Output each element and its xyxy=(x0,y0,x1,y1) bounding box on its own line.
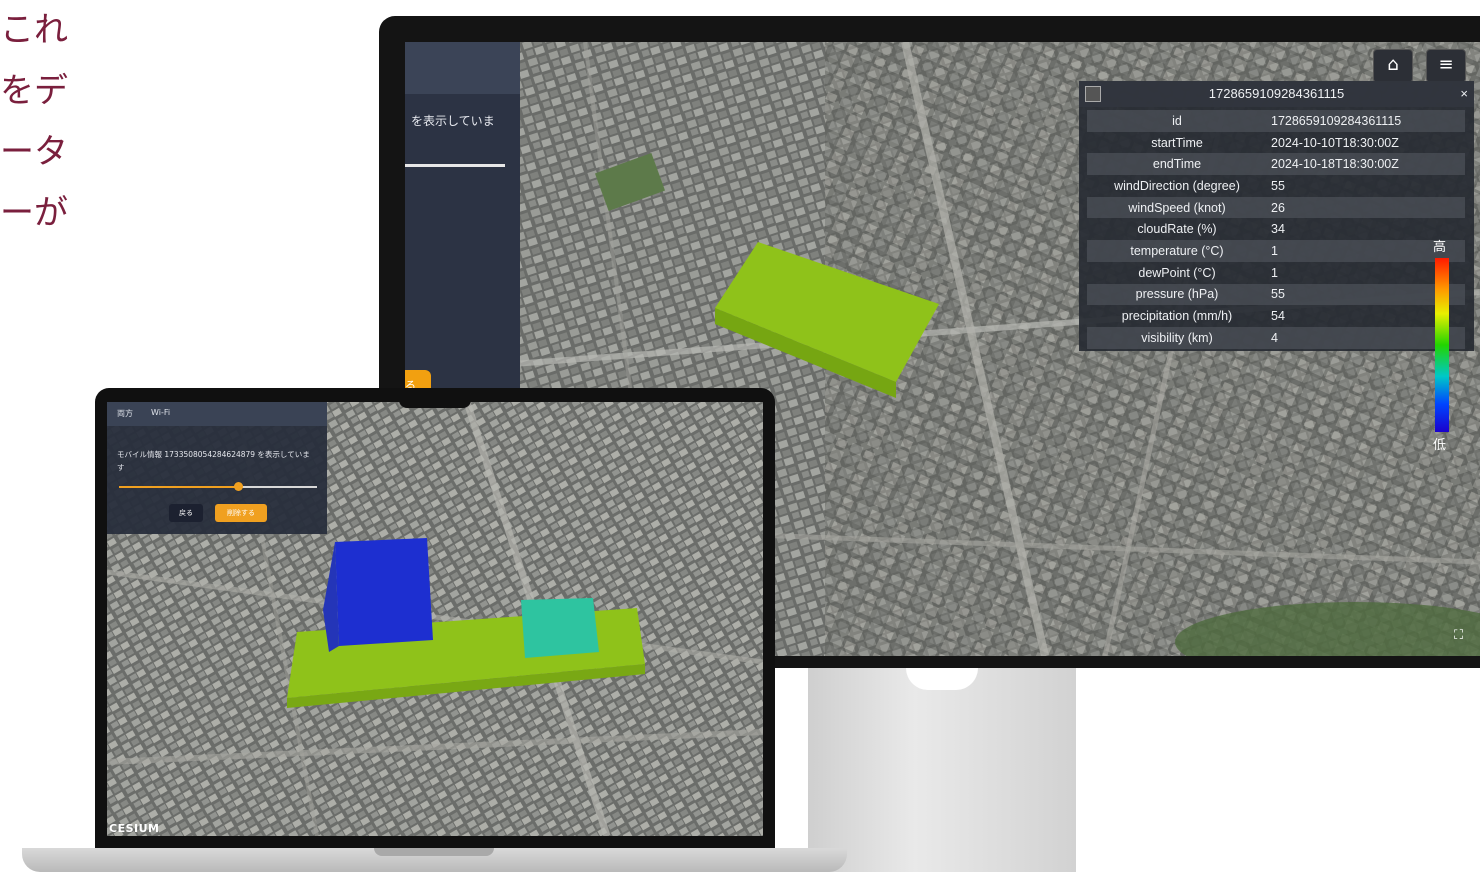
table-row: cloudRate (%) 34 xyxy=(1087,218,1465,240)
panel-message: モバイル情報 1733508054284624879 を表示しています xyxy=(117,450,310,472)
laptop-side-panel: 両方 Wi-Fi モバイル情報 1733508054284624879 を表示し… xyxy=(107,402,327,534)
monitor-stand xyxy=(808,668,1076,872)
laptop-map-viewer[interactable]: 両方 Wi-Fi モバイル情報 1733508054284624879 を表示し… xyxy=(107,402,763,836)
table-cell-value: 26 xyxy=(1267,196,1465,219)
home-icon: ⌂ xyxy=(1387,54,1399,75)
info-box-title: 1728659109284361115 xyxy=(1208,86,1345,101)
laptop: 両方 Wi-Fi モバイル情報 1733508054284624879 を表示し… xyxy=(95,388,775,850)
panel-message: を表示していま xyxy=(411,114,495,128)
table-cell-value: 55 xyxy=(1271,178,1285,193)
table-cell-value: 2024-10-18T18:30:00Z xyxy=(1267,153,1465,176)
teal-voxel xyxy=(521,598,599,658)
info-table: id 1728659109284361115 startTime 2024-10-1… xyxy=(1087,110,1465,349)
table-row: windDirection (degree) 55 xyxy=(1087,175,1465,197)
info-box: 1728659109284361115 × id 1728659109284361… xyxy=(1079,81,1474,351)
close-icon[interactable]: × xyxy=(1460,81,1468,107)
slider-fill xyxy=(119,486,238,488)
legend-high-label: 高 xyxy=(1433,240,1447,255)
slider-handle[interactable] xyxy=(234,482,243,491)
menu-icon: ≡ xyxy=(1438,54,1454,75)
camera-icon[interactable] xyxy=(1085,86,1101,102)
table-cell-key: startTime xyxy=(1151,135,1203,150)
panel-slider[interactable] xyxy=(405,164,505,167)
delete-button[interactable]: 削除する xyxy=(215,504,267,522)
table-cell-value: 1728659109284361115 xyxy=(1267,110,1465,132)
fullscreen-icon[interactable]: ⛶ xyxy=(1454,628,1472,646)
table-row: id 1728659109284361115 xyxy=(1087,110,1465,132)
table-row: dewPoint (°C) 1 xyxy=(1087,262,1465,284)
side-caption-line: をデ xyxy=(0,71,68,111)
cesium-logo[interactable]: CESIUM xyxy=(109,822,159,835)
table-row: precipitation (mm/h) 54 xyxy=(1087,305,1465,327)
tab-wifi[interactable]: Wi-Fi xyxy=(151,408,170,417)
table-cell-key: id xyxy=(1087,110,1267,132)
table-row: temperature (°C) 1 xyxy=(1087,240,1465,262)
table-cell-key: endTime xyxy=(1087,153,1267,176)
side-caption-line: ータ xyxy=(0,132,68,172)
side-caption-line: ーが xyxy=(0,193,68,233)
panel-header xyxy=(405,42,520,94)
menu-button[interactable]: ≡ xyxy=(1426,49,1466,83)
table-cell-key: pressure (hPa) xyxy=(1087,283,1267,306)
back-button[interactable]: 戻る xyxy=(169,504,203,522)
laptop-base-notch xyxy=(374,848,494,856)
table-cell-value: 2024-10-10T18:30:00Z xyxy=(1271,135,1399,150)
table-cell-key: dewPoint (°C) xyxy=(1138,265,1216,280)
info-box-title-bar: 1728659109284361115 × xyxy=(1079,81,1474,107)
table-row: windSpeed (knot) 26 xyxy=(1087,196,1465,219)
table-cell-key: temperature (°C) xyxy=(1087,240,1267,262)
panel-tabs xyxy=(107,402,327,426)
table-row: startTime 2024-10-10T18:30:00Z xyxy=(1087,132,1465,154)
legend-low-label: 低 xyxy=(1433,438,1447,453)
table-row: visibility (km) 4 xyxy=(1087,326,1465,349)
table-cell-key: precipitation (mm/h) xyxy=(1121,309,1233,324)
laptop-camera-notch xyxy=(399,388,471,408)
side-caption: これ をデ ータ ーが xyxy=(0,0,70,244)
table-cell-key: windDirection (degree) xyxy=(1114,178,1240,193)
home-button[interactable]: ⌂ xyxy=(1373,49,1413,83)
blue-voxel xyxy=(335,538,433,646)
table-cell-key: cloudRate (%) xyxy=(1137,222,1217,237)
table-row: pressure (hPa) 55 xyxy=(1087,283,1465,306)
table-cell-key: windSpeed (knot) xyxy=(1087,196,1267,219)
table-row: endTime 2024-10-18T18:30:00Z xyxy=(1087,153,1465,176)
legend-gradient xyxy=(1435,258,1449,432)
monitor-stand-notch xyxy=(906,668,978,690)
table-cell-key: visibility (km) xyxy=(1087,326,1267,349)
side-caption-line: これ xyxy=(0,10,68,50)
tab-both[interactable]: 両方 xyxy=(117,408,133,419)
color-legend: 高 低 xyxy=(1425,232,1459,462)
